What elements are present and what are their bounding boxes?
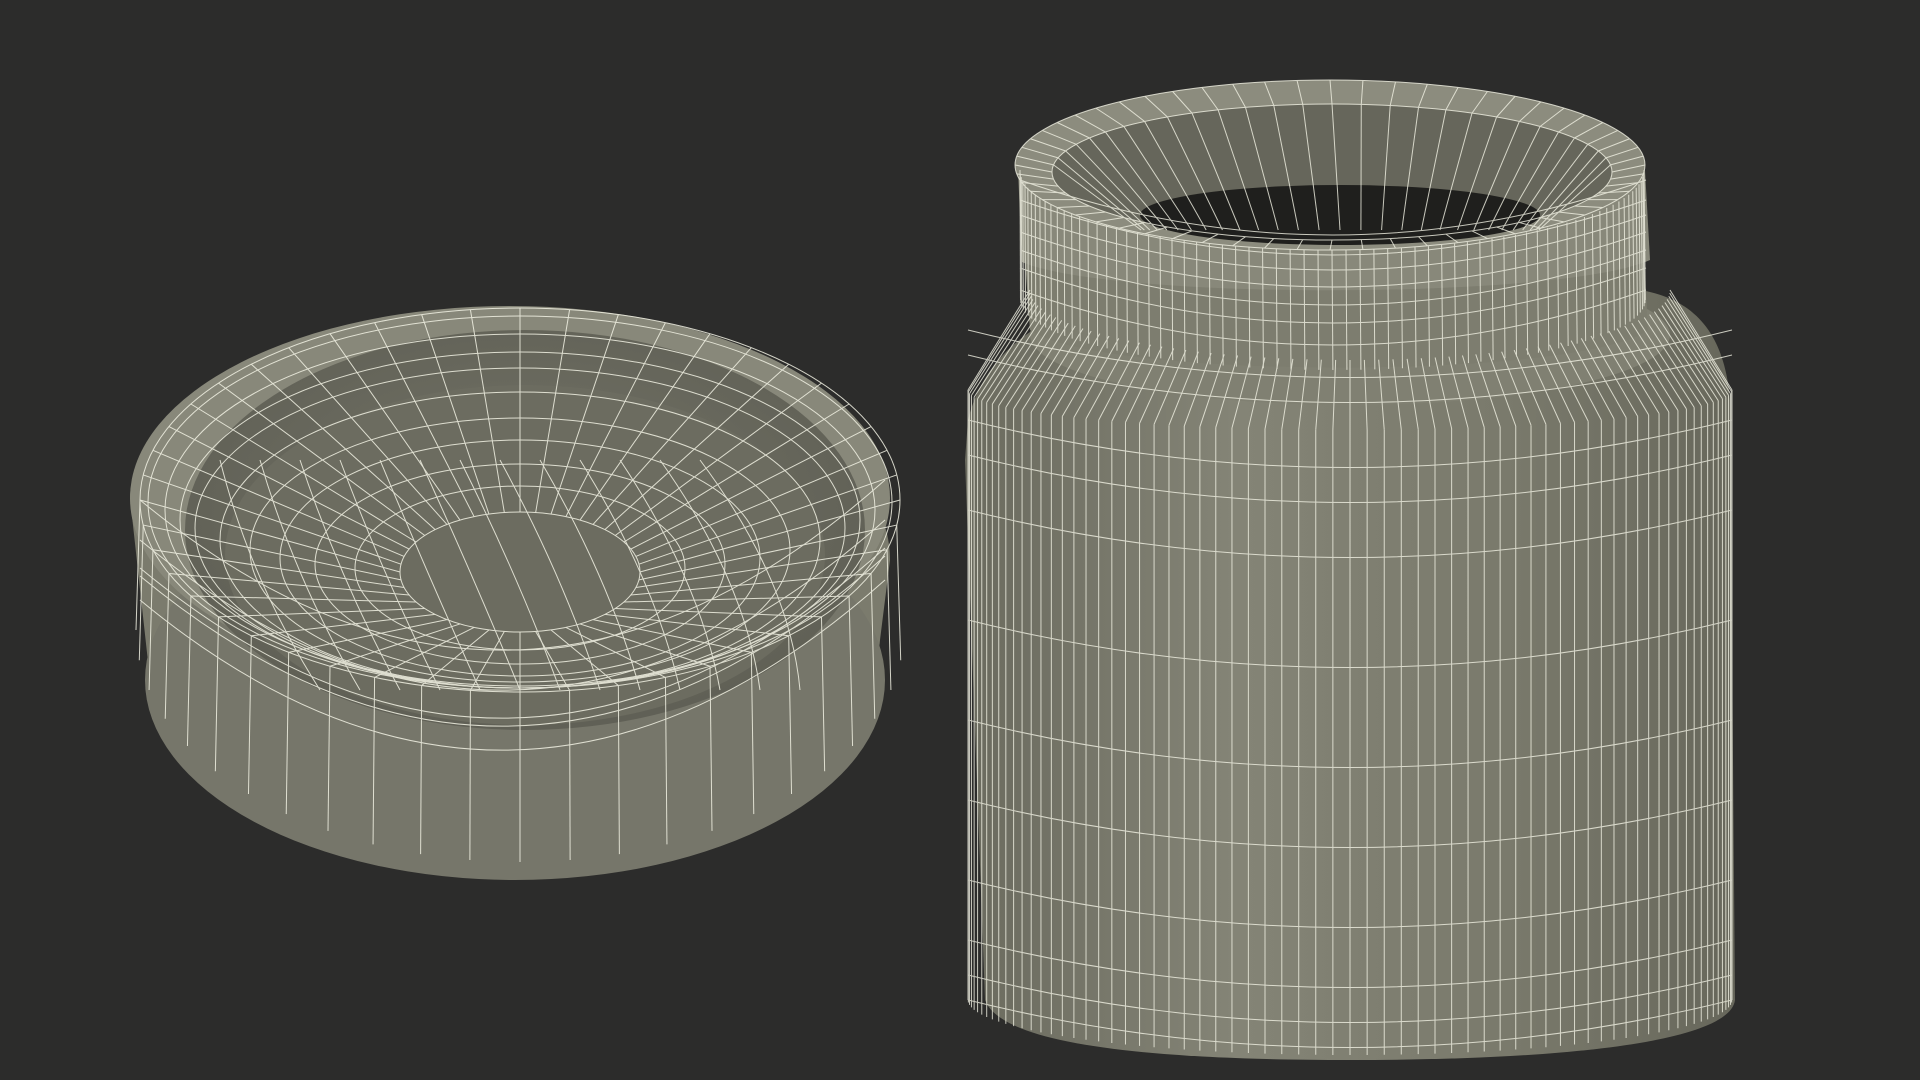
jar-neck-wire [1024,184,1027,313]
jar-neck-wire [1050,204,1052,331]
jar-neck-wire [1136,232,1139,355]
jar-neck-wire [1096,222,1099,347]
jar-neck-wire [1071,214,1073,339]
jar-lid [130,306,902,880]
jar-neck-wire [1105,225,1108,349]
jar-neck-wire [1148,234,1150,357]
jar-neck-wire [1159,236,1162,359]
jar-neck-wire [1039,198,1041,325]
jar-neck-wire [1044,201,1047,328]
jar-neck-wire [1019,173,1022,304]
lid-side-wire [569,690,571,861]
jar-neck-wire [1056,207,1059,334]
jar-neck-wire [1079,217,1081,342]
jar-neck-wire [1171,238,1174,361]
jar-body [965,79,1735,1060]
wireframe-render-scene [0,0,1920,1080]
jar-neck-wire [1126,230,1128,353]
jar-neck-wire [1020,177,1023,307]
jar-neck-wire [1022,180,1024,310]
jar-neck-wire [1030,191,1033,319]
jar-neck-wire [1115,227,1118,351]
jar-neck-wire [1087,219,1090,344]
jar-neck-wire [1034,194,1037,322]
jar-neck-wire [1183,240,1186,362]
lid-inner-floor [225,385,825,725]
jar-neck-wire [1027,187,1029,316]
lid-side-wire [469,690,471,861]
